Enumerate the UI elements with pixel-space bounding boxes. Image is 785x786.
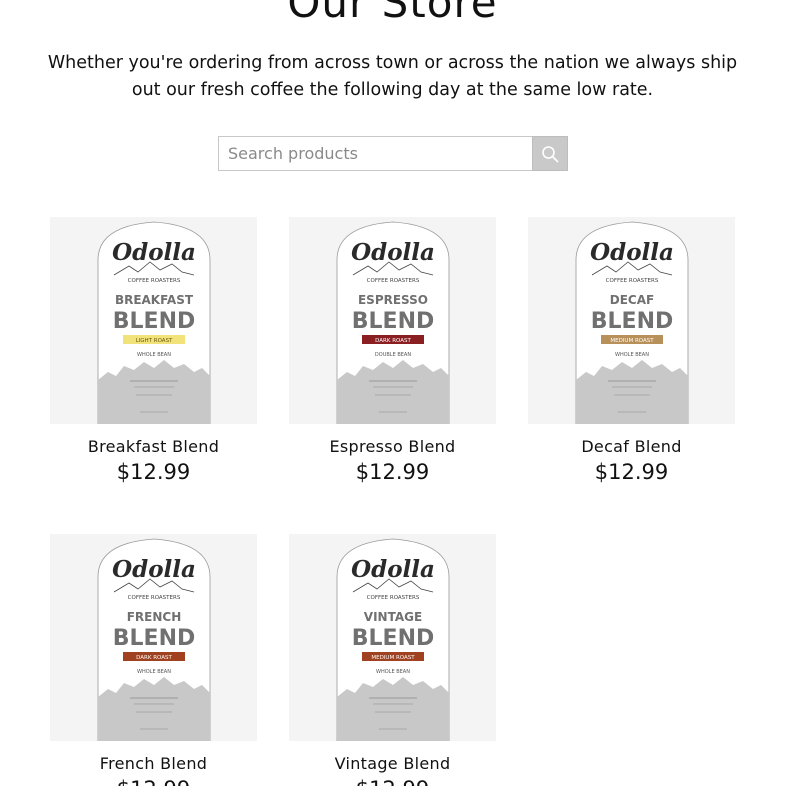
- roast-label: MEDIUM ROAST: [610, 338, 654, 344]
- brand-logo: Odolla: [351, 239, 435, 266]
- roast-label: DARK ROAST: [136, 655, 172, 661]
- label-line2: BLEND: [351, 309, 434, 334]
- product-name[interactable]: Vintage Blend: [289, 754, 496, 773]
- roast-label: DARK ROAST: [375, 338, 411, 344]
- label-line1: ESPRESSO: [357, 293, 427, 307]
- product-image[interactable]: Odolla COFFEE ROASTERS FRENCH BLEND DARK…: [50, 534, 257, 741]
- brand-tagline: COFFEE ROASTERS: [366, 278, 419, 284]
- page-title: Our Store: [287, 0, 498, 27]
- brand-logo: Odolla: [590, 239, 674, 266]
- bean-label: WHOLE BEAN: [137, 352, 171, 358]
- product-name[interactable]: Decaf Blend: [528, 437, 735, 456]
- label-line2: BLEND: [112, 626, 195, 651]
- label-line2: BLEND: [351, 626, 434, 651]
- product-card[interactable]: Odolla COFFEE ROASTERS BREAKFAST BLEND L…: [50, 217, 257, 484]
- brand-tagline: COFFEE ROASTERS: [127, 278, 180, 284]
- brand-logo: Odolla: [112, 239, 196, 266]
- brand-logo: Odolla: [351, 556, 435, 583]
- product-price: $12.99: [116, 460, 191, 484]
- product-card[interactable]: Odolla COFFEE ROASTERS FRENCH BLEND DARK…: [50, 534, 257, 786]
- coffee-bag-label: Odolla COFFEE ROASTERS FRENCH BLEND DARK…: [97, 538, 210, 741]
- product-price: $12.99: [289, 777, 496, 786]
- product-image[interactable]: Odolla COFFEE ROASTERS ESPRESSO BLEND DA…: [289, 217, 496, 424]
- label-line1: DECAF: [609, 293, 653, 307]
- product-card[interactable]: Odolla COFFEE ROASTERS VINTAGE BLEND MED…: [289, 534, 496, 786]
- brand-tagline: COFFEE ROASTERS: [127, 595, 180, 601]
- product-card[interactable]: Odolla COFFEE ROASTERS ESPRESSO BLEND DA…: [289, 217, 496, 484]
- search-button[interactable]: [532, 136, 568, 171]
- label-line2: BLEND: [112, 309, 195, 334]
- coffee-bag-label: Odolla COFFEE ROASTERS BREAKFAST BLEND L…: [97, 221, 210, 424]
- product-name[interactable]: Breakfast Blend: [50, 437, 257, 456]
- intro-text: Whether you're ordering from across town…: [47, 53, 738, 100]
- product-card[interactable]: Odolla COFFEE ROASTERS DECAF BLEND MEDIU…: [528, 217, 735, 484]
- product-price: $12.99: [594, 460, 669, 484]
- roast-label: LIGHT ROAST: [135, 338, 172, 344]
- label-line1: FRENCH: [126, 610, 181, 624]
- bean-label: WHOLE BEAN: [376, 669, 410, 675]
- bean-label: WHOLE BEAN: [137, 669, 171, 675]
- product-price: $12.99: [355, 460, 430, 484]
- product-search: [218, 136, 568, 171]
- search-icon: [542, 145, 559, 162]
- product-name[interactable]: French Blend: [50, 754, 257, 773]
- bean-label: DOUBLE BEAN: [374, 352, 410, 358]
- product-image[interactable]: Odolla COFFEE ROASTERS DECAF BLEND MEDIU…: [528, 217, 735, 424]
- label-line1: BREAKFAST: [114, 293, 193, 307]
- product-image[interactable]: Odolla COFFEE ROASTERS VINTAGE BLEND MED…: [289, 534, 496, 741]
- search-input[interactable]: [218, 136, 532, 171]
- label-line2: BLEND: [590, 309, 673, 334]
- brand-tagline: COFFEE ROASTERS: [605, 278, 658, 284]
- label-line1: VINTAGE: [363, 610, 421, 624]
- coffee-bag-label: Odolla COFFEE ROASTERS DECAF BLEND MEDIU…: [575, 221, 688, 424]
- brand-logo: Odolla: [112, 556, 196, 583]
- bean-label: WHOLE BEAN: [615, 352, 649, 358]
- product-image[interactable]: Odolla COFFEE ROASTERS BREAKFAST BLEND L…: [50, 217, 257, 424]
- product-name[interactable]: Espresso Blend: [289, 437, 496, 456]
- coffee-bag-label: Odolla COFFEE ROASTERS ESPRESSO BLEND DA…: [336, 221, 449, 424]
- brand-tagline: COFFEE ROASTERS: [366, 595, 419, 601]
- roast-label: MEDIUM ROAST: [371, 655, 415, 661]
- coffee-bag-label: Odolla COFFEE ROASTERS VINTAGE BLEND MED…: [336, 538, 449, 741]
- product-price: $12.99: [50, 777, 257, 786]
